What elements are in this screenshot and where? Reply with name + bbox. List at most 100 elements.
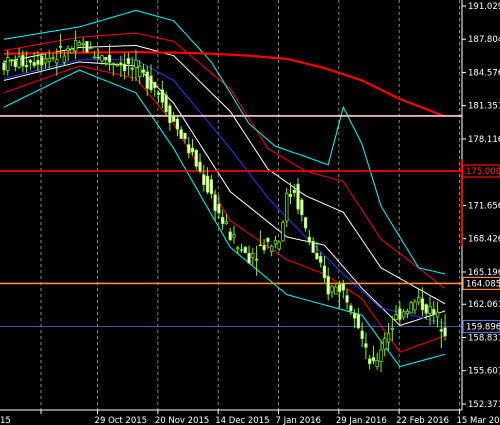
x-tick-label: 15	[0, 416, 11, 425]
candle-body	[122, 63, 127, 72]
y-tick-label: 181.351	[468, 102, 500, 112]
y-tick-label: 152.371	[468, 400, 500, 410]
price-tag-label: 159.896	[466, 323, 500, 333]
y-tick-label: 171.656	[468, 201, 500, 211]
candle-body	[183, 132, 187, 140]
candle-body	[85, 41, 89, 53]
candle-body	[92, 56, 97, 59]
candle-body	[24, 64, 29, 68]
candle-body	[341, 283, 345, 291]
candle-body	[156, 92, 161, 95]
candle-body	[239, 249, 244, 252]
candle-body	[319, 255, 323, 263]
x-tick-label: 7 Jan 2016	[276, 416, 322, 425]
candle-body	[349, 305, 353, 312]
price-tag-label: 175.000	[466, 167, 500, 177]
x-tick-label: 14 Dec 2015	[215, 416, 269, 425]
candle-body	[40, 55, 44, 66]
candle-body	[187, 144, 191, 154]
candle-body	[266, 237, 270, 242]
candle-body	[326, 276, 330, 295]
candle-body	[224, 220, 229, 224]
candle-body	[58, 46, 63, 48]
candle-body	[179, 129, 183, 139]
candle-body	[315, 253, 319, 260]
candle-body	[62, 55, 66, 63]
candle-body	[330, 285, 334, 293]
candle-body	[100, 55, 104, 62]
candle-body	[107, 54, 112, 63]
candle-body	[322, 265, 327, 279]
y-tick-label: 187.804	[468, 35, 500, 45]
candle-body	[398, 308, 402, 320]
candle-body	[32, 62, 36, 66]
candle-body	[43, 58, 48, 64]
candle-body	[439, 329, 443, 332]
candle-body	[13, 60, 17, 67]
candle-body	[73, 40, 78, 52]
candle-body	[307, 236, 312, 243]
candle-body	[371, 357, 376, 362]
price-tag-label: 164.085	[466, 279, 500, 289]
candle-body	[209, 179, 214, 195]
candle-body	[420, 298, 425, 311]
y-tick-label: 184.576	[468, 68, 500, 78]
y-tick-label: 158.831	[468, 333, 500, 343]
candle-body	[383, 338, 387, 350]
candle-body	[96, 56, 100, 59]
candle-body	[21, 54, 25, 67]
candle-body	[213, 194, 217, 212]
candle-body	[194, 149, 198, 167]
candle-body	[141, 69, 146, 73]
candle-body	[134, 59, 138, 68]
candle-body	[160, 89, 164, 103]
candle-body	[145, 71, 149, 89]
candle-body	[413, 301, 417, 311]
price-chart: 191.029187.804184.576181.351178.116174.8…	[0, 0, 500, 425]
candle-body	[386, 333, 391, 343]
candle-body	[89, 47, 93, 50]
candle-body	[401, 311, 406, 318]
candle-body	[221, 216, 225, 225]
candle-body	[119, 62, 123, 66]
candle-body	[55, 59, 59, 64]
candle-body	[311, 241, 315, 253]
candle-body	[432, 309, 436, 315]
candle-body	[168, 105, 172, 124]
candle-body	[390, 328, 394, 330]
candle-body	[296, 183, 300, 210]
candle-body	[172, 115, 176, 122]
candle-body	[303, 217, 308, 229]
x-tick-label: 15 Mar 2016	[456, 416, 500, 425]
candle-body	[81, 42, 85, 46]
candle-body	[428, 306, 432, 314]
time-axis: 15 29 Oct 2015 20 Nov 2015 14 Dec 2015 7 Jan…	[0, 409, 500, 425]
candle-body	[228, 231, 232, 241]
candle-body	[288, 193, 293, 197]
candle-body	[28, 59, 33, 63]
y-tick-label: 165.196	[468, 268, 500, 278]
candle-body	[375, 360, 379, 368]
candle-body	[66, 47, 70, 51]
candle-body	[2, 62, 6, 71]
candle-body	[51, 56, 55, 59]
candle-body	[126, 58, 131, 65]
candle-body	[300, 199, 304, 216]
candle-body	[443, 327, 447, 337]
candle-body	[164, 94, 168, 113]
candle-body	[70, 48, 74, 54]
y-tick-label: 162.061	[468, 300, 500, 310]
candle-body	[104, 56, 108, 61]
candle-body	[6, 57, 10, 71]
candle-body	[277, 241, 281, 250]
candle-body	[435, 311, 440, 318]
candle-body	[409, 302, 413, 314]
candle-body	[77, 42, 82, 46]
candle-body	[356, 314, 361, 329]
candle-body	[379, 349, 383, 362]
candle-body	[270, 245, 274, 252]
candle-body	[368, 358, 372, 365]
candle-body	[111, 62, 115, 65]
candle-body	[9, 59, 14, 62]
candle-body	[262, 245, 266, 251]
